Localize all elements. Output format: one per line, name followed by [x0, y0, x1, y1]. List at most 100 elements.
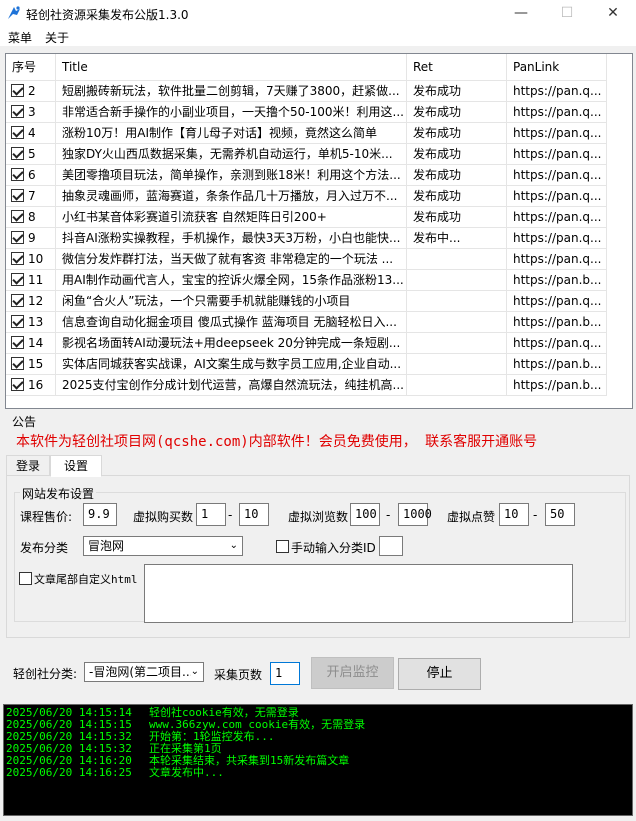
notice-label: 公告 [12, 415, 37, 429]
table-row[interactable]: 2 短剧搬砖新玩法，软件批量二创剪辑，7天赚了3800，赶紧做... 发布成功 htt… [6, 81, 632, 102]
row-title-cell: 抖音AI涨粉实操教程，手机操作，最快3天3万粉，小白也能快... [56, 228, 407, 249]
close-button[interactable]: ✕ [590, 0, 636, 27]
tab-settings[interactable]: 设置 [50, 455, 102, 477]
minimize-button[interactable]: — [498, 0, 544, 27]
row-checkbox[interactable] [11, 147, 24, 160]
row-ret-cell: 发布成功 [407, 207, 507, 228]
table-row[interactable]: 13 信息查询自动化掘金项目 傻瓜式操作 蓝海项目 无脑轻松日入... https:… [6, 312, 632, 333]
row-title-cell: 小红书某音体彩赛道引流获客 自然矩阵日引200+ [56, 207, 407, 228]
menu-item-about[interactable]: 关于 [45, 29, 69, 46]
table-row[interactable]: 15 实体店同城获客实战课，AI文案生成与数字员工应用,企业自动... https:… [6, 354, 632, 375]
row-ret-cell: 发布成功 [407, 165, 507, 186]
column-header-title[interactable]: Title [56, 54, 407, 81]
price-input[interactable]: 9.9 [83, 503, 117, 526]
row-ret-cell: 发布成功 [407, 144, 507, 165]
buy-count-label: 虚拟购买数 [133, 510, 194, 524]
table-row[interactable]: 4 涨粉10万！用AI制作【育儿母子对话】视频，竟然这么简单 发布成功 https:/… [6, 123, 632, 144]
row-number: 9 [28, 231, 36, 245]
row-checkbox[interactable] [11, 252, 24, 265]
row-checkbox[interactable] [11, 378, 24, 391]
table-row[interactable]: 9 抖音AI涨粉实操教程，手机操作，最快3天3万粉，小白也能快... 发布中... h… [6, 228, 632, 249]
row-checkbox[interactable] [11, 315, 24, 328]
table-row[interactable]: 6 美团零撸项目玩法，简单操作，亲测到账18米！利用这个方法... 发布成功 http… [6, 165, 632, 186]
row-link-cell: https://pan.q... [507, 186, 607, 207]
qcs-category-select[interactable]: -冒泡网(第二项目... ⌄ [84, 662, 204, 682]
maximize-button[interactable]: ☐ [544, 0, 590, 27]
row-link-cell: https://pan.b... [507, 270, 607, 291]
row-number-cell: 5 [6, 144, 56, 165]
row-link-cell: https://pan.q... [507, 291, 607, 312]
row-number: 13 [28, 315, 44, 329]
buy-min-input[interactable]: 1 [196, 503, 226, 526]
row-link-cell: https://pan.b... [507, 312, 607, 333]
row-title-cell: 2025支付宝创作分成计划代运营，高爆自然流玩法，纯挂机高... [56, 375, 407, 396]
like-max-input[interactable]: 50 [545, 503, 575, 526]
row-title-cell: 用AI制作动画代言人，宝宝的控诉火爆全网，15条作品涨粉13... [56, 270, 407, 291]
row-ret-cell: 发布成功 [407, 123, 507, 144]
title-bar: 轻创社资源采集发布公版1.3.0 — ☐ ✕ [0, 0, 636, 27]
stop-button[interactable]: 停止 [398, 658, 481, 690]
buy-max-input[interactable]: 10 [239, 503, 269, 526]
view-min-input[interactable]: 100 [350, 503, 380, 526]
table-row[interactable]: 11 用AI制作动画代言人，宝宝的控诉火爆全网，15条作品涨粉13... https… [6, 270, 632, 291]
start-monitor-button[interactable]: 开启监控 [311, 657, 394, 689]
row-link-cell: https://pan.q... [507, 207, 607, 228]
row-number: 16 [28, 378, 44, 392]
row-number-cell: 16 [6, 375, 56, 396]
row-ret-cell [407, 249, 507, 270]
row-number-cell: 14 [6, 333, 56, 354]
table-row[interactable]: 7 抽象灵魂画师，蓝海赛道，条条作品几十万播放，月入过万不... 发布成功 https… [6, 186, 632, 207]
column-header-panlink[interactable]: PanLink [507, 54, 607, 81]
row-number: 12 [28, 294, 44, 308]
table-row[interactable]: 10 微信分发炸群打法，当天做了就有客资 非常稳定的一个玩法 ... https:/… [6, 249, 632, 270]
table-row[interactable]: 14 影视名场面转AI动漫玩法+用deepseek 20分钟完成一条短剧... ht… [6, 333, 632, 354]
table-row[interactable]: 8 小红书某音体彩赛道引流获客 自然矩阵日引200+ 发布成功 https://pan… [6, 207, 632, 228]
table-row[interactable]: 3 非常适合新手操作的小副业项目，一天撸个50-100米！利用这... 发布成功 ht… [6, 102, 632, 123]
row-checkbox[interactable] [11, 357, 24, 370]
category-label: 发布分类 [20, 541, 69, 555]
row-link-cell: https://pan.b... [507, 375, 607, 396]
table-row[interactable]: 16 2025支付宝创作分成计划代运营，高爆自然流玩法，纯挂机高... https:… [6, 375, 632, 396]
table-row[interactable]: 5 独家DY火山西瓜数据采集，无需养机自动运行，单机5-10米... 发布成功 htt… [6, 144, 632, 165]
row-ret-cell: 发布中... [407, 228, 507, 249]
manual-category-input[interactable] [379, 536, 403, 556]
custom-html-textarea[interactable] [144, 564, 573, 623]
custom-html-checkbox[interactable] [19, 572, 32, 585]
manual-category-checkbox[interactable] [276, 540, 289, 553]
row-checkbox[interactable] [11, 126, 24, 139]
row-link-cell: https://pan.q... [507, 165, 607, 186]
pages-input[interactable]: 1 [270, 662, 300, 685]
row-checkbox[interactable] [11, 189, 24, 202]
column-header-num[interactable]: 序号 [6, 54, 56, 81]
view-max-input[interactable]: 1000 [398, 503, 432, 526]
row-number: 7 [28, 189, 36, 203]
row-checkbox[interactable] [11, 210, 24, 223]
row-number: 10 [28, 252, 44, 266]
row-link-cell: https://pan.q... [507, 228, 607, 249]
row-number: 11 [28, 273, 44, 287]
log-timestamp: 2025/06/20 14:16:25 [6, 766, 132, 779]
row-checkbox[interactable] [11, 105, 24, 118]
row-checkbox[interactable] [11, 294, 24, 307]
row-link-cell: https://pan.q... [507, 144, 607, 165]
row-checkbox[interactable] [11, 168, 24, 181]
log-console: 2025/06/20 14:15:14 轻创社cookie有效，无需登录 2025/… [3, 704, 633, 816]
menu-item-menu[interactable]: 菜单 [8, 29, 32, 46]
row-number: 15 [28, 357, 44, 371]
row-checkbox[interactable] [11, 273, 24, 286]
row-number-cell: 11 [6, 270, 56, 291]
qcs-category-select-value: -冒泡网(第二项目... [89, 665, 194, 679]
category-select[interactable]: 冒泡网 ⌄ [83, 536, 243, 556]
row-checkbox[interactable] [11, 84, 24, 97]
row-checkbox[interactable] [11, 336, 24, 349]
row-number-cell: 3 [6, 102, 56, 123]
column-header-ret[interactable]: Ret [407, 54, 507, 81]
tab-login[interactable]: 登录 [6, 455, 50, 476]
table-row[interactable]: 12 闲鱼“合火人”玩法，一个只需要手机就能赚钱的小项目 https://pan.q… [6, 291, 632, 312]
row-title-cell: 短剧搬砖新玩法，软件批量二创剪辑，7天赚了3800，赶紧做... [56, 81, 407, 102]
view-count-label: 虚拟浏览数 [288, 510, 349, 524]
row-number-cell: 2 [6, 81, 56, 102]
row-title-cell: 闲鱼“合火人”玩法，一个只需要手机就能赚钱的小项目 [56, 291, 407, 312]
row-checkbox[interactable] [11, 231, 24, 244]
like-min-input[interactable]: 10 [499, 503, 529, 526]
